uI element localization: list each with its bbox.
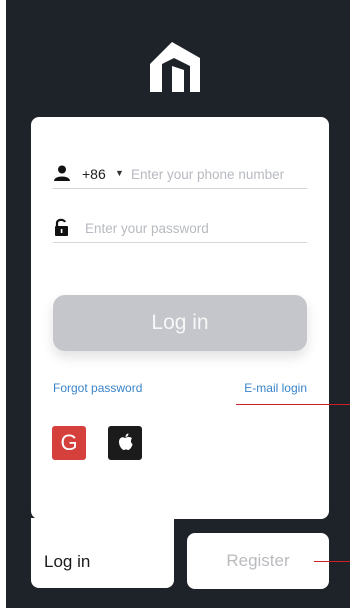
annotation-line-email-login bbox=[236, 404, 350, 405]
phone-field[interactable]: +86 ▼ Enter your phone number bbox=[53, 160, 307, 189]
apple-icon bbox=[119, 433, 133, 450]
phone-input-placeholder[interactable]: Enter your phone number bbox=[131, 167, 284, 182]
house-logo-icon bbox=[150, 42, 200, 92]
tab-register[interactable]: Register bbox=[187, 533, 329, 589]
password-input-placeholder[interactable]: Enter your password bbox=[85, 221, 209, 236]
google-login-button[interactable]: G bbox=[52, 426, 86, 460]
login-card: +86 ▼ Enter your phone number Enter your… bbox=[31, 117, 329, 519]
email-login-link[interactable]: E-mail login bbox=[244, 381, 307, 395]
user-icon bbox=[54, 165, 70, 181]
apple-login-button[interactable] bbox=[108, 426, 142, 460]
forgot-password-link[interactable]: Forgot password bbox=[53, 381, 142, 395]
annotation-line-register bbox=[314, 561, 350, 562]
password-field[interactable]: Enter your password bbox=[53, 214, 307, 243]
country-code[interactable]: +86 bbox=[82, 166, 106, 182]
left-edge-strip bbox=[0, 0, 6, 608]
lock-icon bbox=[55, 218, 68, 236]
tab-login[interactable]: Log in bbox=[44, 552, 90, 572]
google-icon: G bbox=[60, 430, 78, 455]
login-button[interactable]: Log in bbox=[53, 295, 307, 351]
caret-down-icon[interactable]: ▼ bbox=[115, 168, 124, 178]
